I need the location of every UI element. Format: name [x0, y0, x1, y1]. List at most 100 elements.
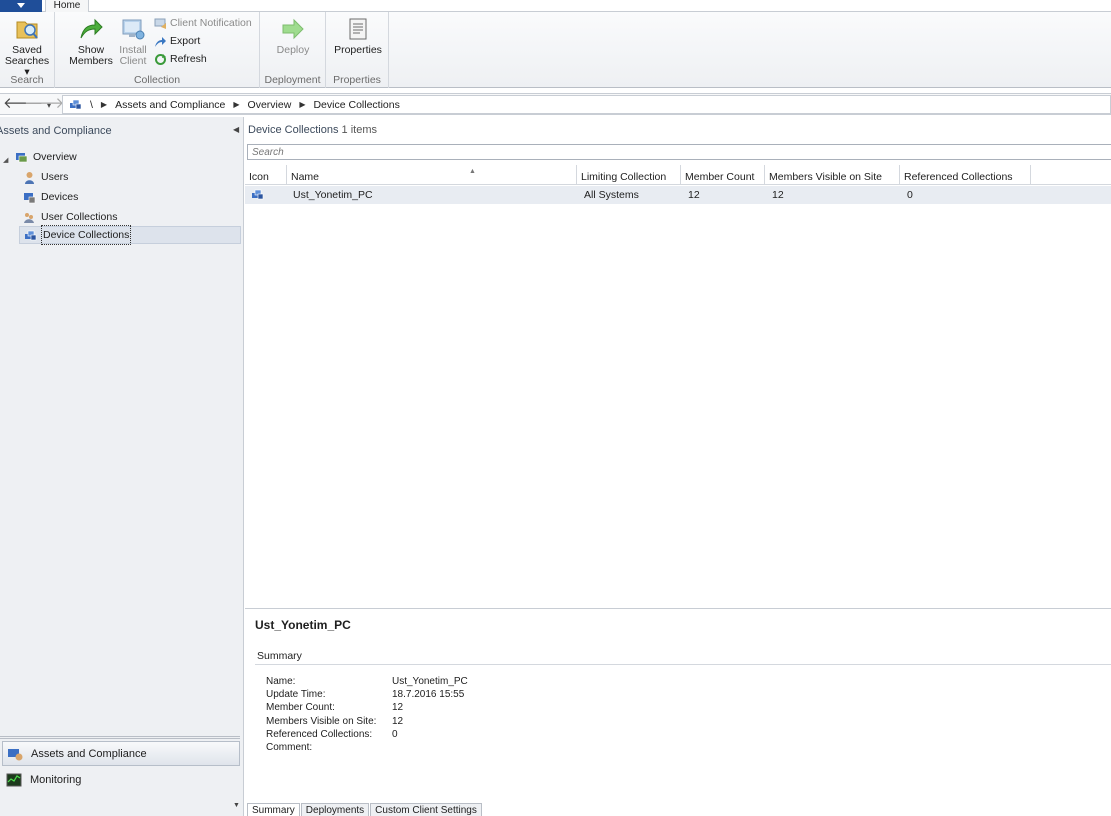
- device-collection-icon: [24, 229, 37, 242]
- tab-summary[interactable]: Summary: [247, 803, 300, 816]
- show-members-label-2: Members: [69, 55, 113, 67]
- install-client-label-2: Client: [119, 55, 147, 67]
- tree-item-user-collections[interactable]: User Collections: [23, 208, 117, 226]
- breadcrumb-root[interactable]: \: [90, 99, 93, 111]
- details-field-label: Members Visible on Site:: [266, 716, 377, 727]
- deploy-button[interactable]: Deploy: [268, 16, 318, 56]
- details-field-label: Referenced Collections:: [266, 729, 373, 740]
- tree-item-label: Device Collections: [40, 225, 132, 245]
- export-label: Export: [170, 35, 201, 47]
- ribbon-group-properties: Properties Properties: [326, 12, 389, 88]
- details-field: Referenced Collections: 0: [266, 728, 766, 741]
- ribbon: Saved Searches ▾ Search Show Members Ins…: [0, 12, 1111, 88]
- cell-name: Ust_Yonetim_PC: [293, 189, 373, 201]
- column-header-member-count[interactable]: Member Count: [681, 165, 765, 185]
- ribbon-group-deployment-label: Deployment: [264, 74, 321, 86]
- properties-document-icon: [345, 16, 371, 42]
- ribbon-group-deployment: Deploy Deployment: [260, 12, 326, 88]
- details-field-value: 18.7.2016 15:55: [392, 689, 465, 700]
- green-arrow-icon: [78, 16, 104, 42]
- tree-item-users[interactable]: Users: [23, 168, 68, 186]
- workspace-monitoring[interactable]: Monitoring: [2, 767, 240, 792]
- workspace-splitter[interactable]: [0, 736, 240, 739]
- tree-item-overview[interactable]: Overview: [15, 148, 77, 166]
- results-title: Device Collections 1 items: [248, 124, 377, 136]
- device-collection-icon: [251, 188, 264, 206]
- history-dropdown-icon[interactable]: ▾: [47, 98, 51, 114]
- ribbon-group-collection-label: Collection: [133, 74, 181, 86]
- cell-limiting-collection: All Systems: [584, 189, 639, 201]
- device-icon: [23, 191, 36, 204]
- workspace-assets-and-compliance[interactable]: Assets and Compliance: [2, 741, 240, 766]
- breadcrumb-overview[interactable]: Overview: [248, 99, 292, 111]
- details-field-value: 12: [392, 716, 404, 727]
- column-header-label: Name: [291, 171, 320, 183]
- export-button[interactable]: Export: [154, 33, 200, 49]
- details-section-summary: Summary: [257, 650, 302, 662]
- column-header-limiting-collection[interactable]: Limiting Collection: [577, 165, 681, 185]
- saved-searches-button[interactable]: Saved Searches ▾: [4, 16, 50, 78]
- column-header-referenced-collections[interactable]: Referenced Collections: [900, 165, 1031, 185]
- details-field: Name: Ust_Yonetim_PC: [266, 675, 766, 688]
- workspace-label: Monitoring: [30, 773, 82, 786]
- ribbon-group-search: Saved Searches ▾ Search: [0, 12, 55, 88]
- properties-button[interactable]: Properties: [332, 16, 384, 56]
- cell-members-visible: 12: [772, 189, 784, 201]
- more-workspaces-icon[interactable]: ▼: [233, 802, 240, 809]
- breadcrumb-separator-icon[interactable]: ▶: [101, 100, 107, 109]
- refresh-button[interactable]: Refresh: [154, 51, 207, 67]
- details-field-label: Member Count:: [266, 702, 335, 713]
- details-field: Comment:: [266, 741, 766, 754]
- column-header-icon[interactable]: Icon: [245, 165, 287, 185]
- tree-item-label: User Collections: [41, 211, 118, 223]
- details-title: Ust_Yonetim_PC: [255, 618, 351, 632]
- details-tabs: Summary Deployments Custom Client Settin…: [247, 803, 483, 816]
- details-field: Update Time: 18.7.2016 15:55: [266, 688, 766, 701]
- export-arrow-icon: [154, 35, 167, 48]
- forward-arrow-icon[interactable]: 🡒: [24, 96, 64, 112]
- breadcrumb-device-collections[interactable]: Device Collections: [313, 99, 399, 111]
- tree-expand-arrow-icon[interactable]: ◢: [3, 156, 8, 164]
- sort-ascending-icon: ▲: [469, 168, 476, 175]
- tree-item-label: Overview: [33, 151, 77, 163]
- tree-item-device-collections[interactable]: Device Collections: [19, 225, 241, 245]
- client-notification-button[interactable]: Client Notification: [154, 15, 252, 31]
- install-client-icon: [120, 16, 146, 42]
- show-members-button[interactable]: Show Members: [67, 16, 115, 67]
- ribbon-group-properties-label: Properties: [333, 74, 381, 86]
- application-menu-button[interactable]: [0, 0, 42, 12]
- breadcrumb-separator-icon[interactable]: ▶: [299, 100, 305, 109]
- table-row[interactable]: Ust_Yonetim_PC All Systems 12 12 0: [245, 186, 1111, 204]
- overview-icon: [15, 151, 28, 164]
- details-field-value: 12: [392, 702, 404, 713]
- results-title-text: Device Collections: [248, 124, 339, 136]
- saved-searches-icon: [14, 16, 40, 42]
- user-collection-icon: [23, 211, 36, 224]
- column-header-name[interactable]: ▲ Name: [287, 165, 577, 185]
- column-header-members-visible[interactable]: Members Visible on Site: [765, 165, 900, 185]
- properties-label: Properties: [334, 44, 382, 56]
- workspace-label: Assets and Compliance: [31, 747, 147, 760]
- client-notification-label: Client Notification: [170, 17, 252, 29]
- user-icon: [23, 171, 36, 184]
- breadcrumb-separator-icon[interactable]: ▶: [233, 100, 239, 109]
- tab-custom-client-settings[interactable]: Custom Client Settings: [370, 803, 482, 816]
- details-section-divider: [255, 664, 1111, 665]
- refresh-icon: [154, 53, 167, 66]
- details-field-label: Update Time:: [266, 689, 326, 700]
- search-input[interactable]: [247, 144, 1111, 160]
- collapse-pane-icon[interactable]: ◀: [233, 125, 239, 134]
- breadcrumb: \ ▶ Assets and Compliance ▶ Overview ▶ D…: [62, 95, 1111, 114]
- grid-header: Icon ▲ Name Limiting Collection Member C…: [245, 165, 1111, 185]
- breadcrumb-assets-and-compliance[interactable]: Assets and Compliance: [115, 99, 225, 111]
- assets-compliance-icon: [7, 746, 23, 762]
- details-field: Member Count: 12: [266, 701, 766, 714]
- details-field: Members Visible on Site: 12: [266, 715, 766, 728]
- tab-deployments[interactable]: Deployments: [300, 803, 370, 816]
- monitoring-icon: [6, 772, 22, 788]
- details-field-value: 0: [392, 729, 398, 740]
- collection-icon: [69, 98, 82, 111]
- tree-item-devices[interactable]: Devices: [23, 188, 78, 206]
- details-field-value: Ust_Yonetim_PC: [392, 676, 468, 687]
- install-client-button[interactable]: Install Client: [115, 16, 151, 67]
